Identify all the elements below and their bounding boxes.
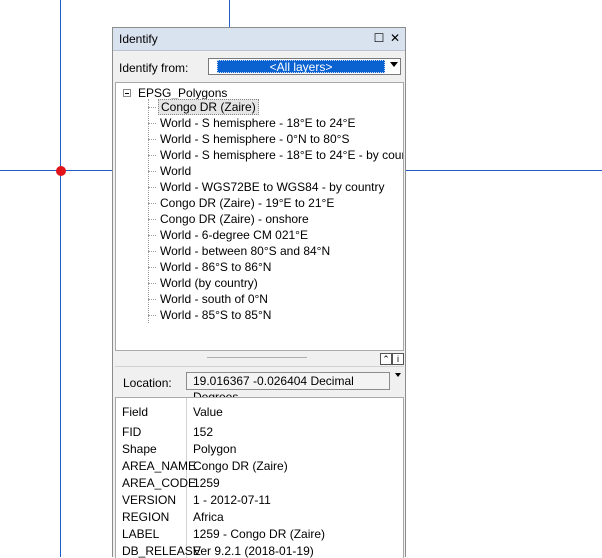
location-units-dropdown-icon[interactable] bbox=[395, 373, 401, 377]
tree-item[interactable]: World - S hemisphere - 0°N to 80°S bbox=[148, 131, 351, 147]
tree-item[interactable]: World - 85°S to 85°N bbox=[148, 307, 273, 323]
location-row: Location: 19.016367 -0.026404 Decimal De… bbox=[113, 367, 405, 404]
tree-item[interactable]: World - S hemisphere - 18°E to 24°E bbox=[148, 115, 357, 131]
tree-item[interactable]: Congo DR (Zaire) - 19°E to 21°E bbox=[148, 195, 336, 211]
table-row[interactable]: AREA_CODE 1259 bbox=[116, 475, 403, 492]
table-header: Field Value bbox=[116, 398, 403, 422]
splitter-grip[interactable] bbox=[207, 357, 307, 358]
tree-item[interactable]: World - between 80°S and 84°N bbox=[148, 243, 332, 259]
location-value: 19.016367 -0.026404 Decimal Degrees bbox=[186, 372, 390, 404]
tree-item[interactable]: Congo DR (Zaire) - onshore bbox=[148, 211, 311, 227]
info-icon[interactable]: i bbox=[392, 353, 404, 365]
table-row[interactable]: VERSION 1 - 2012-07-11 bbox=[116, 492, 403, 509]
tree-item[interactable]: World - 6-degree CM 021°E bbox=[148, 227, 310, 243]
window-title: Identify bbox=[119, 32, 158, 46]
pane-splitter[interactable]: ⌃ i bbox=[115, 352, 404, 367]
results-tree[interactable]: EPSG_Polygons Congo DR (Zaire) World - S… bbox=[115, 82, 404, 351]
location-label: Location: bbox=[123, 376, 172, 390]
value-column-header[interactable]: Value bbox=[193, 405, 223, 419]
map-line-vertical-top bbox=[229, 0, 230, 27]
identify-from-label: Identify from: bbox=[119, 61, 189, 75]
collapse-icon[interactable] bbox=[123, 89, 131, 97]
table-row[interactable]: LABEL 1259 - Congo DR (Zaire) bbox=[116, 526, 403, 543]
map-line-vertical-left bbox=[60, 0, 61, 557]
close-icon[interactable]: ✕ bbox=[388, 31, 402, 45]
identify-from-selected: <All layers> bbox=[217, 60, 385, 74]
tree-item[interactable]: World bbox=[148, 163, 193, 179]
attributes-table: Field Value FID 152 Shape Polygon AREA_NAM… bbox=[115, 397, 404, 558]
field-column-header[interactable]: Field bbox=[122, 405, 148, 419]
table-row[interactable]: Shape Polygon bbox=[116, 441, 403, 458]
identify-window: Identify ☐ ✕ Identify from: <All layers>… bbox=[112, 27, 406, 558]
tree-item[interactable]: World - south of 0°N bbox=[148, 291, 270, 307]
tree-item[interactable]: World (by country) bbox=[148, 275, 260, 291]
maximize-icon[interactable]: ☐ bbox=[372, 31, 386, 45]
table-row[interactable]: FID 152 bbox=[116, 424, 403, 441]
tree-item[interactable]: World - 86°S to 86°N bbox=[148, 259, 273, 275]
identify-titlebar[interactable]: Identify ☐ ✕ bbox=[113, 28, 405, 51]
tree-item[interactable]: World - WGS72BE to WGS84 - by country bbox=[148, 179, 387, 195]
tree-root-layer[interactable]: EPSG_Polygons bbox=[138, 86, 227, 100]
collapse-pane-icon[interactable]: ⌃ bbox=[380, 353, 392, 365]
table-row[interactable]: REGION Africa bbox=[116, 509, 403, 526]
identify-point-marker[interactable] bbox=[56, 166, 66, 176]
table-row[interactable]: AREA_NAME Congo DR (Zaire) bbox=[116, 458, 403, 475]
map-line-horizontal-right bbox=[406, 170, 602, 171]
identify-from-dropdown[interactable]: <All layers> bbox=[208, 58, 401, 75]
tree-item[interactable]: Congo DR (Zaire) bbox=[148, 99, 259, 115]
table-row[interactable]: DB_RELEASE Ver 9.2.1 (2018-01-19) bbox=[116, 543, 403, 558]
chevron-down-icon[interactable] bbox=[390, 62, 398, 67]
tree-item[interactable]: World - S hemisphere - 18°E to 24°E - by… bbox=[148, 147, 403, 163]
